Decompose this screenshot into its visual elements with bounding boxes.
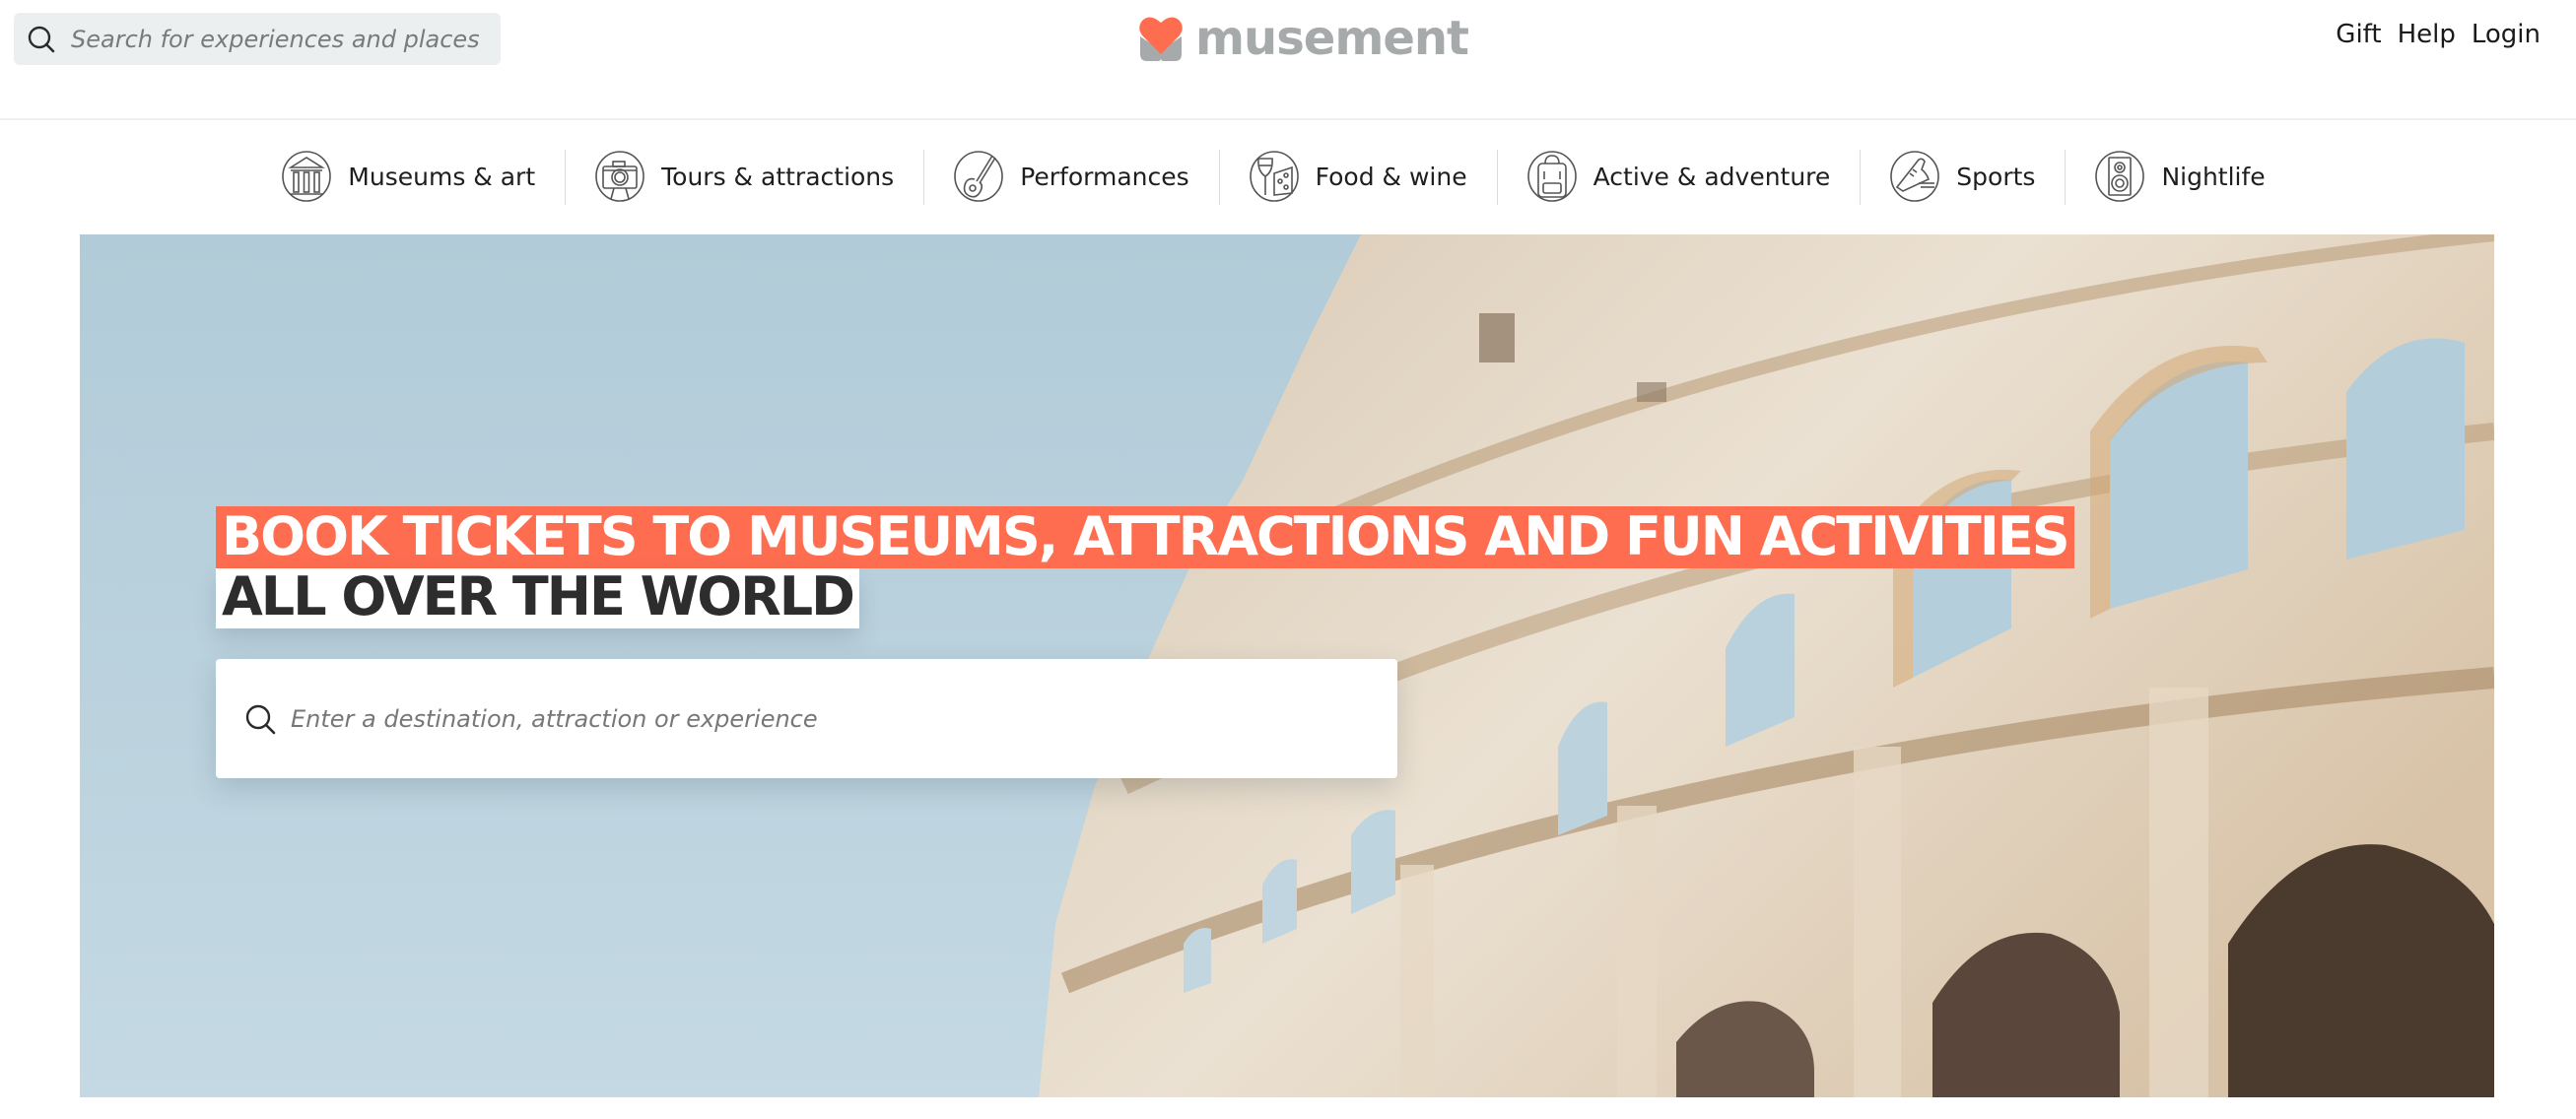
category-nightlife[interactable]: Nightlife — [2065, 144, 2294, 209]
gift-link[interactable]: Gift — [2336, 20, 2381, 49]
headline-line-1: BOOK TICKETS TO MUSEUMS, ATTRACTIONS AND… — [216, 506, 2074, 568]
category-label: Tours & attractions — [661, 162, 895, 191]
search-icon — [245, 704, 276, 734]
category-nav: Museums & art Tours & attractions Perfor… — [0, 144, 2576, 209]
museum-icon — [282, 151, 332, 202]
heart-logo-icon — [1139, 17, 1183, 61]
sneaker-icon — [1890, 151, 1940, 202]
help-link[interactable]: Help — [2398, 20, 2456, 49]
login-link[interactable]: Login — [2472, 20, 2541, 49]
category-food-wine[interactable]: Food & wine — [1218, 144, 1497, 209]
category-performances[interactable]: Performances — [923, 144, 1218, 209]
destination-search-input[interactable] — [291, 704, 1276, 733]
hero-banner: BOOK TICKETS TO MUSEUMS, ATTRACTIONS AND… — [80, 234, 2494, 1097]
header-links: Gift Help Login — [2336, 20, 2541, 49]
search-icon — [28, 26, 55, 52]
category-museums-art[interactable]: Museums & art — [281, 144, 565, 209]
category-label: Food & wine — [1315, 162, 1467, 191]
hero-search-box[interactable] — [216, 659, 1397, 778]
headline-line-2: ALL OVER THE WORLD — [216, 568, 859, 628]
category-label: Performances — [1020, 162, 1189, 191]
musement-logo[interactable]: musement — [1138, 11, 1469, 66]
category-active-adventure[interactable]: Active & adventure — [1496, 144, 1861, 209]
category-label: Sports — [1956, 162, 2036, 191]
top-header: musement Gift Help Login — [0, 0, 2576, 120]
hero-headline: BOOK TICKETS TO MUSEUMS, ATTRACTIONS AND… — [216, 506, 2074, 628]
wine-cheese-icon — [1249, 151, 1299, 202]
speaker-icon — [2095, 151, 2145, 202]
header-search-input[interactable] — [71, 25, 485, 53]
category-label: Museums & art — [348, 162, 536, 191]
category-label: Nightlife — [2161, 162, 2266, 191]
camera-icon — [595, 151, 644, 202]
category-sports[interactable]: Sports — [1860, 144, 2065, 209]
category-tours-attractions[interactable]: Tours & attractions — [565, 144, 923, 209]
guitar-icon — [954, 151, 1003, 202]
header-search-box[interactable] — [14, 13, 501, 65]
logo-wordmark: musement — [1195, 11, 1469, 66]
backpack-icon — [1526, 151, 1577, 202]
category-label: Active & adventure — [1593, 162, 1831, 191]
